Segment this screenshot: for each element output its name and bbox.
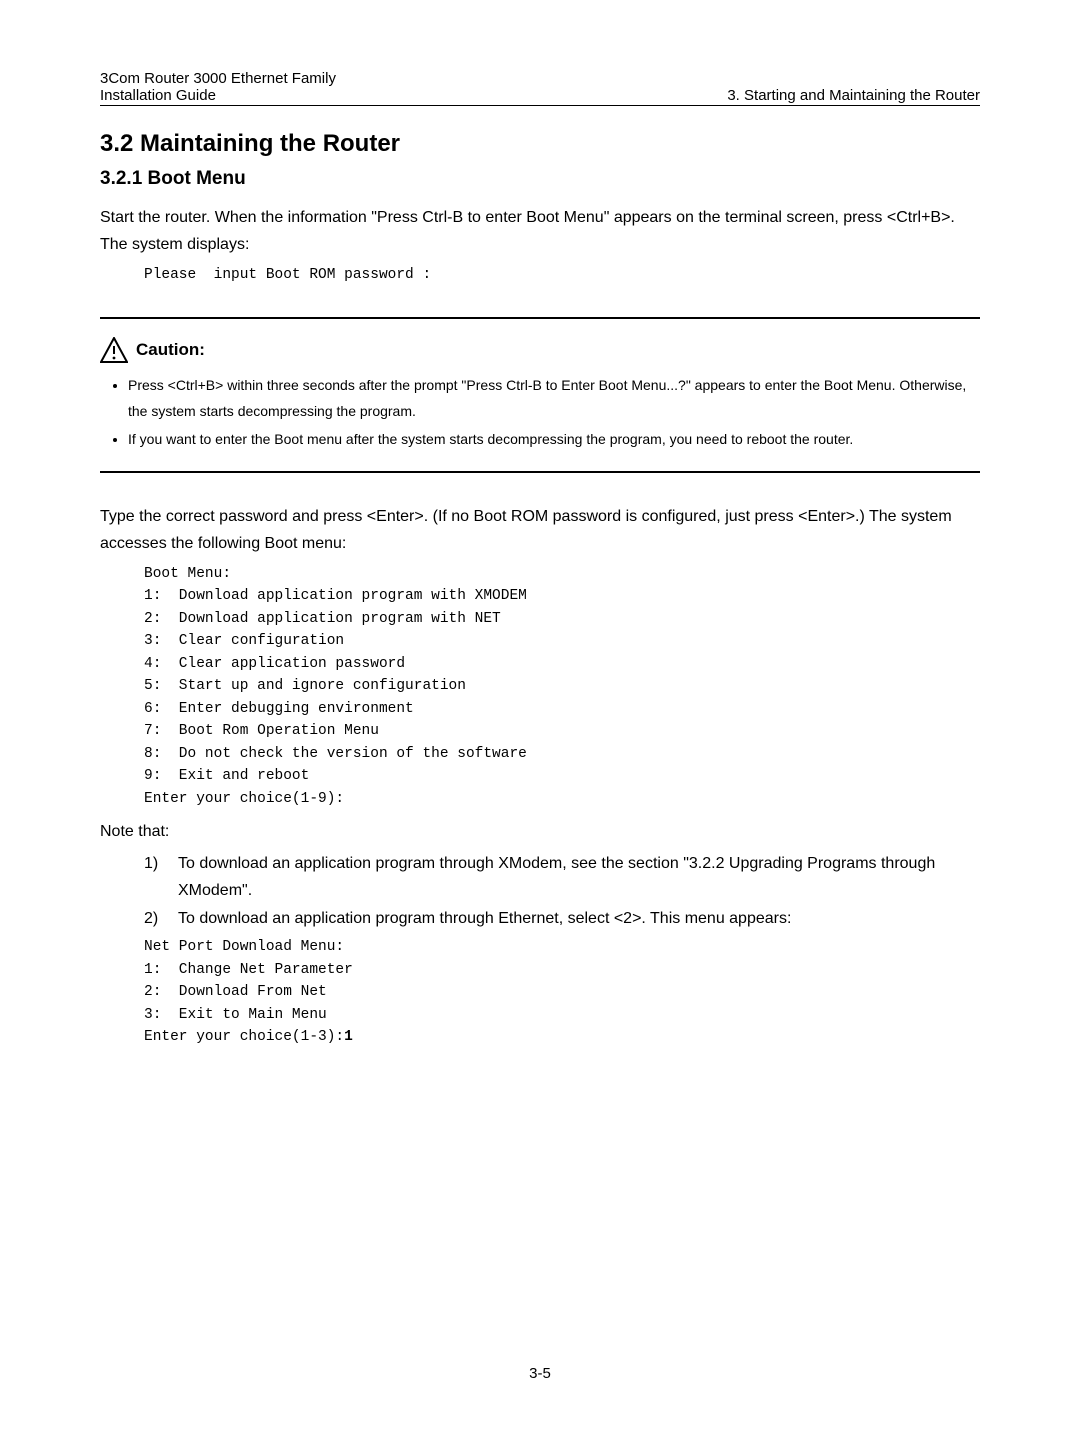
- caution-rule-bottom: [100, 471, 980, 473]
- warning-triangle-icon: [100, 337, 128, 363]
- caution-list: Press <Ctrl+B> within three seconds afte…: [100, 373, 980, 453]
- terminal-output-boot-menu: Boot Menu: 1: Download application progr…: [144, 563, 980, 810]
- section-heading: 3.2 Maintaining the Router: [100, 130, 980, 158]
- body-paragraph: Type the correct password and press <Ent…: [100, 503, 980, 557]
- caution-label: Caution:: [136, 340, 205, 360]
- note-item: 2) To download an application program th…: [144, 906, 980, 932]
- note-number: 1): [144, 851, 178, 904]
- terminal-output-password-prompt: Please input Boot ROM password :: [144, 264, 980, 286]
- caution-header: Caution:: [100, 337, 980, 363]
- note-list: 1) To download an application program th…: [144, 851, 980, 932]
- note-label: Note that:: [100, 818, 980, 845]
- page-header: 3Com Router 3000 Ethernet Family Install…: [100, 70, 980, 106]
- page-number: 3-5: [0, 1365, 1080, 1382]
- caution-item: If you want to enter the Boot menu after…: [128, 427, 980, 453]
- header-title-line2: Installation Guide: [100, 87, 336, 104]
- note-number: 2): [144, 906, 178, 932]
- note-item: 1) To download an application program th…: [144, 851, 980, 904]
- intro-paragraph: Start the router. When the information "…: [100, 204, 980, 258]
- caution-item: Press <Ctrl+B> within three seconds afte…: [128, 373, 980, 425]
- header-title-line1: 3Com Router 3000 Ethernet Family: [100, 70, 336, 87]
- caution-block: Caution: Press <Ctrl+B> within three sec…: [100, 317, 980, 473]
- caution-rule-top: [100, 317, 980, 319]
- subsection-heading: 3.2.1 Boot Menu: [100, 168, 980, 190]
- header-left: 3Com Router 3000 Ethernet Family Install…: [100, 70, 336, 104]
- terminal-output-net-menu: Net Port Download Menu: 1: Change Net Pa…: [144, 936, 980, 1048]
- header-right: 3. Starting and Maintaining the Router: [727, 87, 980, 104]
- note-text: To download an application program throu…: [178, 851, 980, 904]
- page: 3Com Router 3000 Ethernet Family Install…: [0, 0, 1080, 1432]
- note-text: To download an application program throu…: [178, 906, 980, 932]
- net-menu-body: Net Port Download Menu: 1: Change Net Pa…: [144, 939, 353, 1045]
- net-menu-choice: 1: [344, 1029, 353, 1045]
